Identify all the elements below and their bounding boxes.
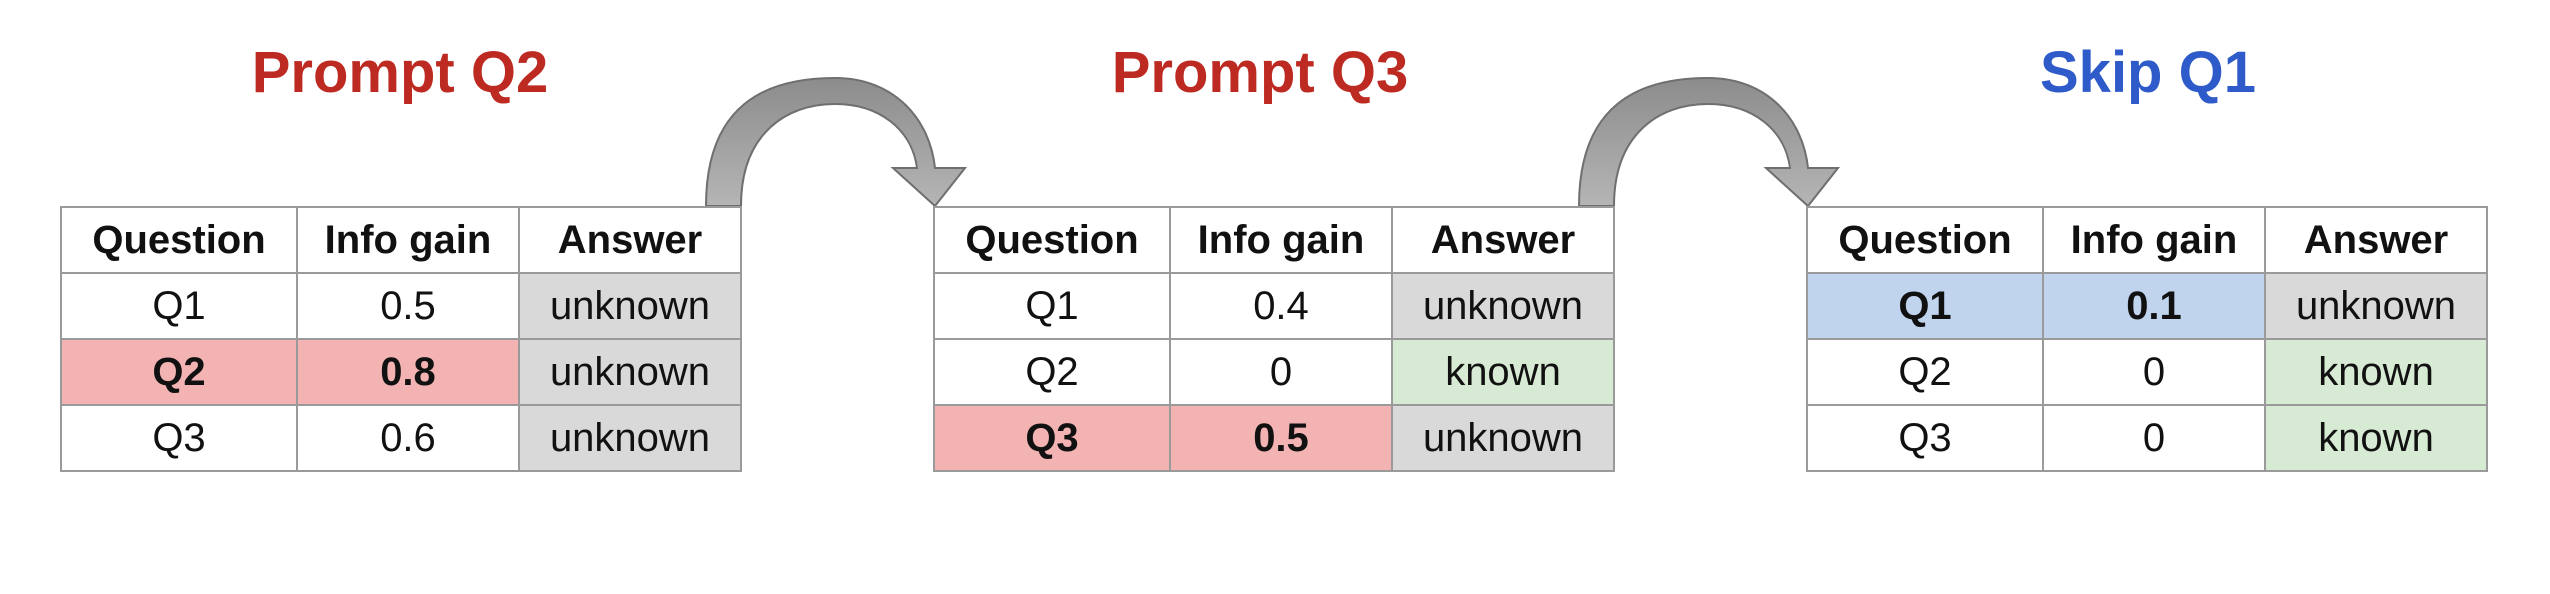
answer-cell: known (2264, 338, 2488, 406)
question-cell: Q3 (60, 404, 298, 472)
answer-cell: unknown (518, 272, 742, 340)
table-row: Q2 0 known (1806, 338, 2488, 406)
table-row-selected: Q3 0.5 unknown (933, 404, 1615, 472)
answer-cell: unknown (518, 404, 742, 472)
question-cell: Q3 (933, 404, 1171, 472)
table-row: Q2 0 known (933, 338, 1615, 406)
table-header-row: Question Info gain Answer (60, 206, 742, 274)
table-row: Q3 0 known (1806, 404, 2488, 472)
info-gain-cell: 0.4 (1169, 272, 1393, 340)
answer-cell: unknown (2264, 272, 2488, 340)
info-gain-cell: 0.5 (1169, 404, 1393, 472)
question-cell: Q2 (1806, 338, 2044, 406)
curved-arrow-icon (704, 76, 968, 208)
header-question: Question (60, 206, 298, 274)
header-answer: Answer (2264, 206, 2488, 274)
question-cell: Q1 (933, 272, 1171, 340)
header-info-gain: Info gain (2042, 206, 2266, 274)
question-table-step-2: Question Info gain Answer Q1 0.4 unknown… (933, 206, 1615, 472)
header-answer: Answer (518, 206, 742, 274)
question-cell: Q1 (1806, 272, 2044, 340)
table-row: Q1 0.5 unknown (60, 272, 742, 340)
header-info-gain: Info gain (296, 206, 520, 274)
table-header-row: Question Info gain Answer (1806, 206, 2488, 274)
table-row: Q1 0.4 unknown (933, 272, 1615, 340)
info-gain-cell: 0 (1169, 338, 1393, 406)
answer-cell: known (1391, 338, 1615, 406)
header-question: Question (1806, 206, 2044, 274)
info-gain-cell: 0.6 (296, 404, 520, 472)
header-question: Question (933, 206, 1171, 274)
table-header-row: Question Info gain Answer (933, 206, 1615, 274)
question-cell: Q2 (933, 338, 1171, 406)
header-answer: Answer (1391, 206, 1615, 274)
info-gain-cell: 0.1 (2042, 272, 2266, 340)
question-table-step-3: Question Info gain Answer Q1 0.1 unknown… (1806, 206, 2488, 472)
info-gain-cell: 0.8 (296, 338, 520, 406)
table-row-skipped: Q1 0.1 unknown (1806, 272, 2488, 340)
header-info-gain: Info gain (1169, 206, 1393, 274)
curved-arrow-icon (1577, 76, 1841, 208)
question-cell: Q2 (60, 338, 298, 406)
answer-cell: unknown (1391, 404, 1615, 472)
question-cell: Q1 (60, 272, 298, 340)
answer-cell: unknown (518, 338, 742, 406)
info-gain-cell: 0.5 (296, 272, 520, 340)
table-row-selected: Q2 0.8 unknown (60, 338, 742, 406)
question-table-step-1: Question Info gain Answer Q1 0.5 unknown… (60, 206, 742, 472)
question-cell: Q3 (1806, 404, 2044, 472)
answer-cell: unknown (1391, 272, 1615, 340)
info-gain-cell: 0 (2042, 338, 2266, 406)
info-gain-cell: 0 (2042, 404, 2266, 472)
answer-cell: known (2264, 404, 2488, 472)
table-row: Q3 0.6 unknown (60, 404, 742, 472)
